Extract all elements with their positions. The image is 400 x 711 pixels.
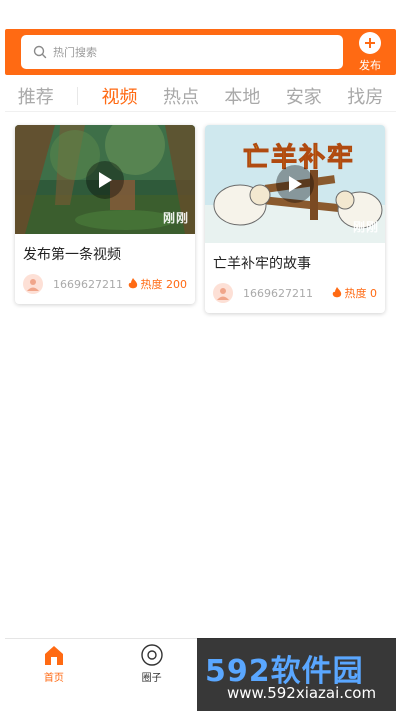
flame-icon: [332, 287, 341, 298]
thumb-watermark: 刚刚: [352, 220, 379, 234]
nav-circle-label: 圈子: [141, 673, 162, 684]
video-thumbnail[interactable]: 亡羊补牢 刚刚: [205, 125, 385, 243]
top-header: 热门搜索 发布: [5, 29, 396, 75]
search-placeholder: 热门搜索: [53, 46, 97, 59]
site-watermark-url: www.592xiazai.com: [227, 684, 377, 702]
video-thumbnail[interactable]: 刚刚: [15, 125, 195, 234]
avatar[interactable]: [213, 283, 233, 303]
heat-label: 热度 200: [140, 278, 188, 291]
thumb-watermark: 刚刚: [162, 211, 189, 225]
video-card[interactable]: 亡羊补牢 刚刚 亡羊补牢的故事 1669627211 热度 0: [205, 125, 385, 313]
app-screen: 热门搜索 发布 推荐 视频 热点 本地 安家 找房 刚刚 发布第一条视频 166…: [0, 0, 400, 711]
search-icon: [33, 45, 47, 59]
flame-icon: [128, 278, 137, 289]
nav-circle[interactable]: 圈子: [103, 639, 201, 688]
tab-video[interactable]: 视频: [100, 83, 140, 109]
user-id: 1669627211: [53, 277, 123, 291]
heat-badge: 热度 200: [128, 276, 188, 292]
play-icon[interactable]: [86, 160, 124, 199]
category-tabs: 推荐 视频 热点 本地 安家 找房: [5, 80, 396, 112]
card-title: 发布第一条视频: [23, 247, 121, 263]
card-meta: 1669627211 热度 200: [15, 270, 195, 304]
tab-home[interactable]: 安家: [284, 83, 324, 109]
home-icon: [44, 646, 63, 665]
publish-label: 发布: [359, 59, 381, 72]
card-meta: 1669627211 热度 0: [205, 279, 385, 313]
play-icon[interactable]: [276, 165, 314, 203]
publish-button[interactable]: 发布: [350, 32, 390, 74]
tab-recommend[interactable]: 推荐: [16, 83, 56, 109]
heat-badge: 热度 0: [332, 285, 378, 301]
tab-hot[interactable]: 热点: [161, 83, 201, 109]
video-card[interactable]: 刚刚 发布第一条视频 1669627211 热度 200: [15, 125, 195, 304]
avatar[interactable]: [23, 274, 43, 294]
search-input[interactable]: 热门搜索: [21, 35, 343, 69]
tab-divider: [77, 86, 79, 105]
card-title: 亡羊补牢的故事: [213, 256, 311, 272]
plus-icon: [359, 32, 381, 54]
site-watermark: 592软件园 www.592xiazai.com: [197, 638, 396, 711]
tab-house[interactable]: 找房: [345, 83, 385, 109]
disc-icon: [140, 644, 163, 666]
nav-home-label: 首页: [43, 673, 64, 684]
user-id: 1669627211: [243, 286, 313, 300]
nav-home[interactable]: 首页: [5, 639, 103, 688]
tab-local[interactable]: 本地: [222, 83, 262, 109]
heat-label: 热度 0: [344, 287, 378, 300]
user-icon: [217, 288, 229, 300]
user-icon: [27, 279, 39, 291]
